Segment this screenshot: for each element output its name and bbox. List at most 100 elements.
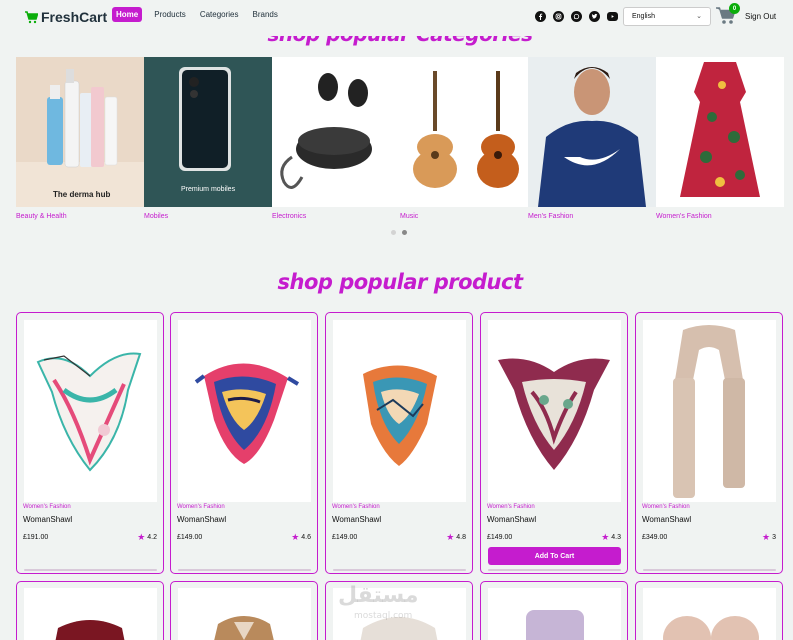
product-name: WomanShawl <box>487 515 537 524</box>
product-category: Women's Fashion <box>332 504 380 510</box>
category-label[interactable]: Beauty & Health <box>16 213 67 220</box>
category-image-caption: Premium mobiles <box>181 186 236 193</box>
language-selected: English <box>632 13 655 20</box>
slider-dots <box>391 230 407 235</box>
social-links <box>535 11 618 22</box>
card-scrollbar <box>333 569 466 571</box>
product-name: WomanShawl <box>23 515 73 524</box>
nav-home[interactable]: Home <box>112 7 143 22</box>
product-price: £349.00 <box>642 534 668 541</box>
product-rating: ★ 3 <box>762 532 776 542</box>
product-rating: ★ 4.6 <box>291 532 311 542</box>
hoodie-image <box>528 57 656 207</box>
dress-image <box>656 57 784 207</box>
instagram-icon[interactable] <box>553 11 564 22</box>
guitars-image <box>400 57 528 207</box>
product-card[interactable] <box>16 581 164 640</box>
facebook-icon[interactable] <box>535 11 546 22</box>
star-icon: ★ <box>291 532 300 542</box>
product-image <box>24 588 157 640</box>
watermark-logo: مستقل <box>338 583 419 608</box>
product-image <box>488 320 621 502</box>
category-image-caption: The derma hub <box>53 190 110 199</box>
product-rating-value: 3 <box>772 533 776 541</box>
category-label[interactable]: Women's Fashion <box>656 213 712 220</box>
cart-icon <box>25 10 38 23</box>
category-slide-electronics[interactable] <box>272 57 400 207</box>
category-slider[interactable]: The derma hub Premium mobiles <box>16 57 793 207</box>
product-image <box>333 320 466 502</box>
product-image <box>643 320 776 502</box>
product-card[interactable]: Women's Fashion WomanShawl £191.00 ★ 4.2 <box>16 312 164 574</box>
product-rating: ★ 4.2 <box>137 532 157 542</box>
card-scrollbar <box>24 569 157 571</box>
product-name: WomanShawl <box>332 515 382 524</box>
signout-link[interactable]: Sign Out <box>745 12 776 21</box>
navbar: FreshCart Home Products Categories Brand… <box>0 0 793 36</box>
nav-links: Home Products Categories Brands <box>112 7 280 22</box>
cart-button[interactable]: 0 <box>715 3 740 26</box>
product-image <box>178 588 311 640</box>
nav-brands[interactable]: Brands <box>251 7 280 22</box>
product-rating: ★ 4.8 <box>446 532 466 542</box>
star-icon: ★ <box>762 532 771 542</box>
product-rating-value: 4.8 <box>456 533 466 541</box>
beauty-products-image: The derma hub <box>16 57 144 207</box>
youtube-icon[interactable] <box>607 12 618 21</box>
product-category: Women's Fashion <box>642 504 690 510</box>
product-name: WomanShawl <box>177 515 227 524</box>
language-select[interactable]: English ⌄ <box>623 7 711 26</box>
star-icon: ★ <box>446 532 455 542</box>
product-card[interactable]: Women's Fashion WomanShawl £149.00 ★ 4.3 … <box>480 312 628 574</box>
product-price: £149.00 <box>332 534 358 541</box>
nav-products[interactable]: Products <box>152 7 188 22</box>
product-image <box>24 320 157 502</box>
product-card[interactable] <box>170 581 318 640</box>
product-rating-value: 4.2 <box>147 533 157 541</box>
category-slide-womens-fashion[interactable] <box>656 57 784 207</box>
category-labels: Beauty & Health Mobiles Electronics Musi… <box>16 213 793 223</box>
product-name: WomanShawl <box>642 515 692 524</box>
category-label[interactable]: Electronics <box>272 213 306 220</box>
earbuds-image <box>272 57 400 207</box>
brand-name: FreshCart <box>41 9 108 25</box>
category-slide-mobiles[interactable]: Premium mobiles <box>144 57 272 207</box>
brand-logo[interactable]: FreshCart <box>24 9 107 25</box>
product-rating-value: 4.3 <box>611 533 621 541</box>
product-card[interactable]: Women's Fashion WomanShawl £349.00 ★ 3 <box>635 312 783 574</box>
slider-dot-active[interactable] <box>402 230 407 235</box>
product-price: £149.00 <box>487 534 513 541</box>
card-scrollbar <box>178 569 311 571</box>
product-card[interactable] <box>635 581 783 640</box>
product-image <box>488 588 621 640</box>
products-title: shop popular product <box>277 270 523 294</box>
card-scrollbar <box>488 569 621 571</box>
product-category: Women's Fashion <box>487 504 535 510</box>
category-slide-mens-fashion[interactable] <box>528 57 656 207</box>
slider-dot[interactable] <box>391 230 396 235</box>
product-card[interactable] <box>480 581 628 640</box>
product-category: Women's Fashion <box>23 504 71 510</box>
chevron-down-icon: ⌄ <box>696 13 702 20</box>
add-to-cart-button[interactable]: Add To Cart <box>488 547 621 565</box>
product-price: £191.00 <box>23 534 49 541</box>
product-card[interactable]: Women's Fashion WomanShawl £149.00 ★ 4.6 <box>170 312 318 574</box>
product-card[interactable]: Women's Fashion WomanShawl £149.00 ★ 4.8 <box>325 312 473 574</box>
category-label[interactable]: Mobiles <box>144 213 168 220</box>
nav-categories[interactable]: Categories <box>198 7 241 22</box>
watermark-url: mostaql.com <box>354 611 413 621</box>
category-slide-music[interactable] <box>400 57 528 207</box>
product-image <box>178 320 311 502</box>
cart-count-badge: 0 <box>729 3 740 14</box>
product-image <box>643 588 776 640</box>
phone-image: Premium mobiles <box>144 57 272 207</box>
category-slide-beauty[interactable]: The derma hub <box>16 57 144 207</box>
product-category: Women's Fashion <box>177 504 225 510</box>
category-label[interactable]: Men's Fashion <box>528 213 573 220</box>
whatsapp-icon[interactable] <box>571 11 582 22</box>
card-scrollbar <box>643 569 776 571</box>
twitter-icon[interactable] <box>589 11 600 22</box>
product-rating-value: 4.6 <box>301 533 311 541</box>
star-icon: ★ <box>137 532 146 542</box>
category-label[interactable]: Music <box>400 213 418 220</box>
